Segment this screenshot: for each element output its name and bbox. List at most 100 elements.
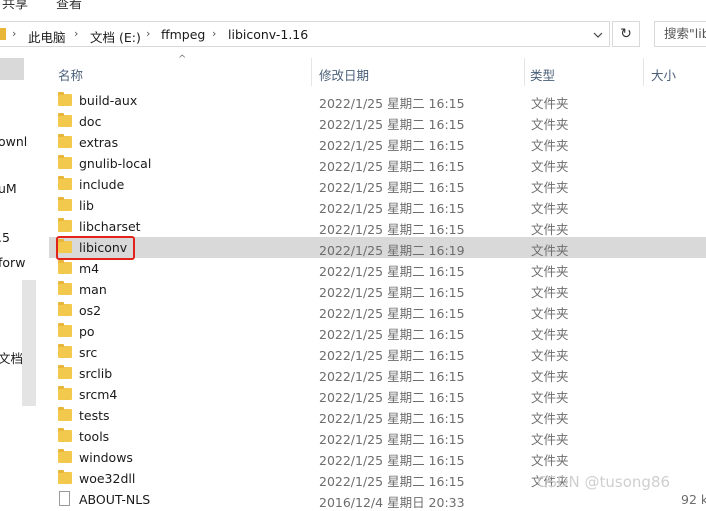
table-row[interactable]: srcm4 2022/1/25 星期二 16:15 文件夹 — [49, 384, 706, 405]
modified-date: 2022/1/25 星期二 16:15 — [319, 201, 465, 216]
nav-selected-item[interactable] — [0, 58, 24, 80]
nav-item[interactable]: .5 — [0, 230, 10, 245]
table-row[interactable]: po 2022/1/25 星期二 16:15 文件夹 — [49, 321, 706, 342]
breadcrumb-ffmpeg[interactable]: ffmpeg — [161, 27, 205, 42]
tab-share[interactable]: 共享 — [2, 0, 28, 12]
column-name[interactable]: 名称 — [58, 65, 83, 84]
folder-icon — [58, 113, 72, 127]
file-type: 文件夹 — [531, 306, 569, 321]
folder-icon — [0, 28, 6, 40]
folder-icon — [58, 260, 72, 274]
file-name: po — [79, 324, 95, 339]
search-input[interactable]: 搜索"lib — [654, 21, 706, 47]
nav-scrollbar-thumb[interactable] — [22, 280, 36, 406]
folder-icon — [58, 449, 72, 463]
folder-icon — [58, 281, 72, 295]
breadcrumb-this-pc[interactable]: 此电脑 — [28, 27, 66, 46]
table-row[interactable]: srclib 2022/1/25 星期二 16:15 文件夹 — [49, 363, 706, 384]
chevron-down-icon — [593, 32, 603, 38]
chevron-right-icon[interactable]: › — [74, 27, 78, 40]
chevron-right-icon[interactable]: › — [146, 27, 150, 40]
modified-date: 2022/1/25 星期二 16:15 — [319, 138, 465, 153]
modified-date: 2022/1/25 星期二 16:15 — [319, 411, 465, 426]
modified-date: 2022/1/25 星期二 16:15 — [319, 264, 465, 279]
modified-date: 2022/1/25 星期二 16:15 — [319, 369, 465, 384]
modified-date: 2022/1/25 星期二 16:15 — [319, 474, 465, 489]
modified-date: 2022/1/25 星期二 16:15 — [319, 327, 465, 342]
table-row[interactable]: m4 2022/1/25 星期二 16:15 文件夹 — [49, 258, 706, 279]
file-type: 文件夹 — [531, 243, 569, 258]
table-row[interactable]: src 2022/1/25 星期二 16:15 文件夹 — [49, 342, 706, 363]
file-name: extras — [79, 135, 119, 150]
modified-date: 2022/1/25 星期二 16:15 — [319, 285, 465, 300]
modified-date: 2022/1/25 星期二 16:15 — [319, 96, 465, 111]
table-row[interactable]: libiconv 2022/1/25 星期二 16:19 文件夹 — [49, 237, 706, 258]
folder-icon — [58, 323, 72, 337]
highlight-annotation — [56, 236, 135, 260]
breadcrumb-libiconv[interactable]: libiconv-1.16 — [228, 27, 308, 42]
folder-icon — [58, 134, 72, 148]
folder-icon — [58, 155, 72, 169]
table-row[interactable]: tools 2022/1/25 星期二 16:15 文件夹 — [49, 426, 706, 447]
chevron-right-icon[interactable]: › — [212, 27, 216, 40]
nav-item[interactable]: ownl — [0, 134, 27, 149]
modified-date: 2022/1/25 星期二 16:15 — [319, 453, 465, 468]
watermark: CSDN @tusong86 — [537, 473, 671, 491]
folder-icon — [58, 92, 72, 106]
table-row[interactable]: build-aux 2022/1/25 星期二 16:15 文件夹 — [49, 90, 706, 111]
file-name: os2 — [79, 303, 102, 318]
table-row[interactable]: lib 2022/1/25 星期二 16:15 文件夹 — [49, 195, 706, 216]
chevron-right-icon[interactable]: › — [12, 27, 16, 40]
modified-date: 2022/1/25 星期二 16:15 — [319, 159, 465, 174]
file-type: 文件夹 — [531, 411, 569, 426]
folder-icon — [58, 197, 72, 211]
file-name: lib — [79, 198, 94, 213]
column-divider[interactable] — [311, 58, 312, 86]
column-size[interactable]: 大小 — [651, 65, 676, 84]
table-row[interactable]: tests 2022/1/25 星期二 16:15 文件夹 — [49, 405, 706, 426]
column-header: ^ 名称 修改日期 类型 大小 — [37, 54, 706, 86]
column-divider[interactable] — [643, 58, 644, 86]
file-type: 文件夹 — [531, 264, 569, 279]
file-name: include — [79, 177, 125, 192]
file-name: man — [79, 282, 107, 297]
file-type: 文件夹 — [531, 159, 569, 174]
file-name: build-aux — [79, 93, 138, 108]
address-dropdown-button[interactable] — [586, 22, 610, 48]
file-name: libcharset — [79, 219, 141, 234]
table-row[interactable]: doc 2022/1/25 星期二 16:15 文件夹 — [49, 111, 706, 132]
table-row[interactable]: ABOUT-NLS 2016/12/4 星期日 20:33 92 k — [49, 489, 706, 510]
nav-item[interactable]: 文档 — [0, 348, 23, 367]
nav-item[interactable]: uM — [0, 181, 17, 196]
table-row[interactable]: os2 2022/1/25 星期二 16:15 文件夹 — [49, 300, 706, 321]
navigation-pane: ownl uM .5 forw 文档 — [0, 58, 36, 502]
tab-view[interactable]: 查看 — [56, 0, 82, 12]
file-name: doc — [79, 114, 102, 129]
folder-icon — [58, 386, 72, 400]
refresh-icon: ↻ — [620, 26, 632, 42]
column-date[interactable]: 修改日期 — [319, 65, 369, 84]
table-row[interactable]: man 2022/1/25 星期二 16:15 文件夹 — [49, 279, 706, 300]
table-row[interactable]: include 2022/1/25 星期二 16:15 文件夹 — [49, 174, 706, 195]
file-name: gnulib-local — [79, 156, 152, 171]
folder-icon — [58, 344, 72, 358]
table-row[interactable]: extras 2022/1/25 星期二 16:15 文件夹 — [49, 132, 706, 153]
nav-item[interactable]: forw — [0, 255, 25, 270]
table-row[interactable]: gnulib-local 2022/1/25 星期二 16:15 文件夹 — [49, 153, 706, 174]
column-divider[interactable] — [524, 58, 525, 86]
file-type: 文件夹 — [531, 369, 569, 384]
file-type: 文件夹 — [531, 180, 569, 195]
file-name: srclib — [79, 366, 113, 381]
table-row[interactable]: windows 2022/1/25 星期二 16:15 文件夹 — [49, 447, 706, 468]
file-type: 文件夹 — [531, 96, 569, 111]
column-type[interactable]: 类型 — [530, 65, 555, 84]
breadcrumb-drive-e[interactable]: 文档 (E:) — [90, 27, 141, 46]
address-bar[interactable]: › 此电脑 › 文档 (E:) › ffmpeg › libiconv-1.16 — [0, 21, 610, 47]
file-icon — [59, 491, 70, 506]
refresh-button[interactable]: ↻ — [612, 21, 640, 47]
file-type: 文件夹 — [531, 222, 569, 237]
table-row[interactable]: libcharset 2022/1/25 星期二 16:15 文件夹 — [49, 216, 706, 237]
file-name: woe32dll — [79, 471, 136, 486]
modified-date: 2022/1/25 星期二 16:15 — [319, 432, 465, 447]
file-name: ABOUT-NLS — [79, 492, 151, 507]
